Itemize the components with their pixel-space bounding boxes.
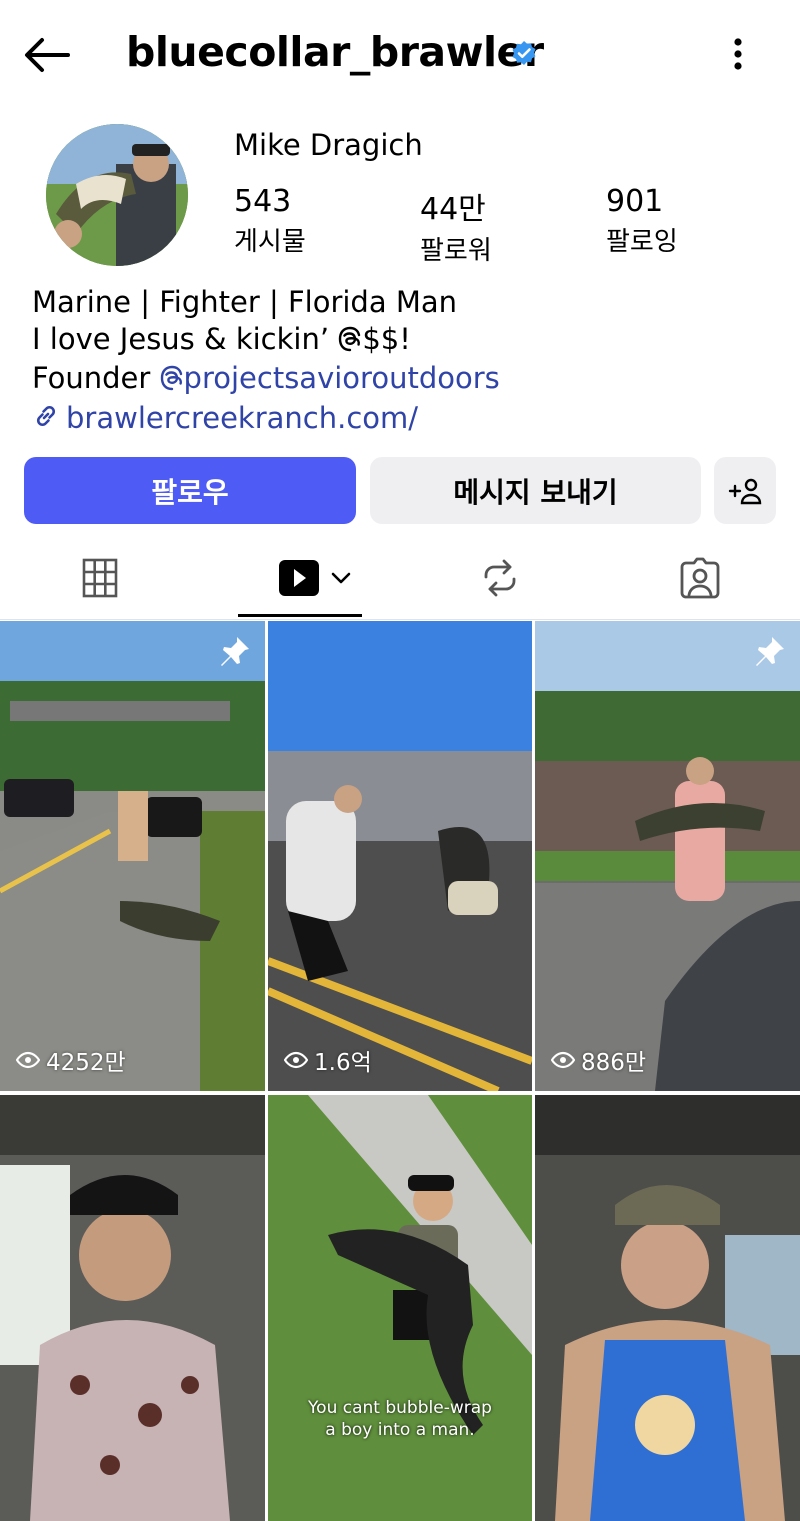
caption-line: You cant bubble-wrap [308,1398,492,1418]
reel-thumbnail[interactable]: You cant bubble-wrap a boy into a man. [268,1095,532,1521]
bio-line: I love Jesus & kickin’ $$! [32,321,500,361]
threads-icon [160,363,184,400]
content-tabs [0,540,800,620]
threads-mention-link[interactable]: projectsavioroutdoors [160,361,500,395]
reel-thumbnail[interactable]: 886만 [535,621,800,1091]
message-button[interactable]: 메시지 보내기 [370,457,701,524]
bio-text: $$! [362,321,411,356]
pin-icon [756,637,784,666]
stat-label: 팔로워 [420,236,492,266]
reel-thumbnail[interactable]: 4252만 [0,621,265,1091]
threads-icon [338,324,362,361]
reel-thumbnail[interactable] [0,1095,265,1521]
pin-icon [221,637,249,666]
reel-thumbnail[interactable] [535,1095,800,1521]
eye-icon [284,1051,308,1069]
selected-tab-indicator [238,614,362,617]
website-text: brawlercreekranch.com/ [66,400,419,435]
profile-header: bluecollar_brawler [0,0,800,110]
view-count-text: 886만 [581,1050,647,1076]
back-arrow-icon[interactable] [22,30,72,80]
display-name: Mike Dragich [234,128,423,162]
more-vertical-icon[interactable] [718,34,758,74]
mention-text: projectsavioroutdoors [183,361,500,395]
tabs-divider [0,619,800,620]
bio-line: Founder projectsavioroutdoors [32,360,500,400]
profile-bio: Marine | Fighter | Florida Man I love Je… [32,284,500,438]
stat-value: 901 [606,184,664,219]
add-person-icon [728,478,762,504]
avatar[interactable] [46,124,188,266]
bio-text: I love Jesus & kickin’ [32,321,339,356]
reels-play-icon [279,560,319,596]
stat-followers[interactable]: 44만 팔로워 [420,184,492,267]
bio-text: Founder [32,361,160,395]
tagged-user-icon [680,557,720,599]
chevron-down-icon [331,572,351,584]
eye-icon [551,1051,575,1069]
repost-icon [484,559,516,597]
reel-thumbnail[interactable]: 1.6억 [268,621,532,1091]
caption-line: a boy into a man. [325,1420,475,1440]
bio-line: Marine | Fighter | Florida Man [32,285,457,319]
stat-posts[interactable]: 543 게시물 [234,184,306,258]
view-count-text: 4252만 [46,1050,126,1076]
tab-reels[interactable] [270,550,360,606]
grid-icon [82,558,118,598]
stat-following[interactable]: 901 팔로잉 [606,184,678,258]
tab-reposts[interactable] [470,550,530,606]
view-count-text: 1.6억 [314,1050,372,1076]
tab-grid[interactable] [70,550,130,606]
stat-value: 543 [234,184,292,219]
link-icon [32,402,60,439]
view-count: 1.6억 [284,1043,372,1077]
view-count: 886만 [551,1043,646,1077]
website-link[interactable]: brawlercreekranch.com/ [32,400,500,439]
stat-value: 44만 [420,192,486,227]
verified-badge-icon [512,41,536,65]
eye-icon [16,1051,40,1069]
tab-tagged[interactable] [670,550,730,606]
stat-label: 게시물 [234,227,306,257]
add-person-button[interactable] [714,457,776,524]
video-caption: You cant bubble-wrap a boy into a man. [308,1397,492,1441]
view-count: 4252만 [16,1043,126,1077]
stat-label: 팔로잉 [606,227,678,257]
profile-username: bluecollar_brawler [126,28,544,76]
follow-button[interactable]: 팔로우 [24,457,356,524]
